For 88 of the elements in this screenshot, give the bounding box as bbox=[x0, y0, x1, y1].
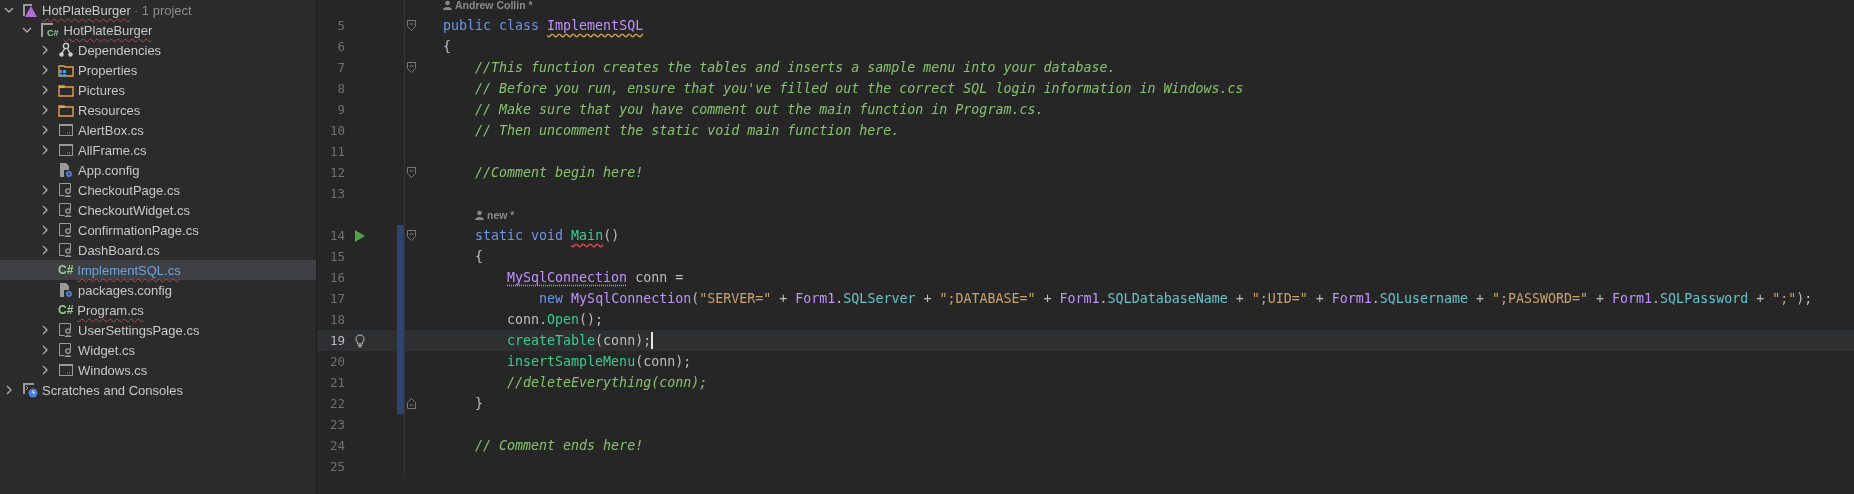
line-number: 8 bbox=[336, 80, 346, 98]
csharp-label: C# bbox=[58, 303, 74, 317]
window-icon bbox=[58, 122, 74, 138]
fold-icon bbox=[406, 20, 416, 31]
line-number: 6 bbox=[336, 38, 346, 56]
code-line: static void Main() bbox=[475, 228, 620, 243]
window-person-icon bbox=[58, 322, 74, 338]
code-line: conn.Open(); bbox=[507, 312, 604, 327]
run-icon bbox=[354, 229, 366, 243]
author-hint: new * bbox=[475, 208, 515, 221]
folder-icon bbox=[58, 102, 74, 118]
code-line: public class ImplementSQL bbox=[443, 18, 644, 33]
line-number: 11 bbox=[328, 143, 346, 161]
window-person-icon bbox=[58, 222, 74, 238]
line-number: 20 bbox=[317, 351, 404, 372]
document-gear-icon bbox=[58, 162, 74, 178]
tree-item[interactable]: DashBoard.cs bbox=[0, 240, 316, 260]
tree-item[interactable]: C# HotPlateBurger bbox=[0, 20, 316, 40]
tree-item[interactable]: Widget.cs bbox=[0, 340, 316, 360]
window-person-icon bbox=[58, 182, 74, 198]
tree-item[interactable]: HotPlateBurger · 1 project bbox=[0, 0, 316, 20]
window-person-icon bbox=[58, 202, 74, 218]
tree-item[interactable]: packages.config bbox=[0, 280, 316, 300]
line-number: 10 bbox=[328, 122, 346, 140]
line-number: 23 bbox=[328, 416, 346, 434]
tree-item[interactable]: AllFrame.cs bbox=[0, 140, 316, 160]
code-line: //deleteEverything(conn); bbox=[507, 375, 708, 390]
code-line: } bbox=[475, 396, 484, 411]
project-count: · 1 project bbox=[133, 2, 192, 18]
code-line: // Before you run, ensure that you've filled out the correct SQL login information in Windows.cs bbox=[475, 81, 1244, 96]
folder-icon bbox=[58, 62, 74, 78]
folder-icon bbox=[58, 82, 74, 98]
code-line: // Comment ends here! bbox=[475, 438, 644, 453]
tree-item[interactable]: C# ImplementSQL.cs bbox=[0, 260, 316, 280]
tree-item[interactable]: Properties bbox=[0, 60, 316, 80]
code-line: insertSampleMenu(conn); bbox=[507, 354, 692, 369]
code-line: { bbox=[443, 39, 451, 54]
window-icon bbox=[58, 142, 74, 158]
tree-item[interactable]: CheckoutPage.cs bbox=[0, 180, 316, 200]
tree-item[interactable]: ConfirmationPage.cs bbox=[0, 220, 316, 240]
code-line: createTable(conn); bbox=[507, 333, 652, 348]
csharp-label: C# bbox=[46, 28, 60, 38]
tree-item[interactable]: C# Program.cs bbox=[0, 300, 316, 320]
nodes-icon bbox=[58, 42, 74, 58]
line-number: 19 bbox=[317, 330, 404, 351]
person-icon bbox=[475, 209, 485, 220]
line-number: 5 bbox=[336, 17, 346, 35]
window-person-icon bbox=[58, 242, 74, 258]
code-line: // Make sure that you have comment out the main function in Program.cs. bbox=[475, 102, 1044, 117]
line-number: 22 bbox=[317, 393, 404, 414]
line-number: 24 bbox=[328, 437, 346, 455]
tree-item[interactable]: Dependencies bbox=[0, 40, 316, 60]
document-gear-icon bbox=[58, 282, 74, 298]
console-clock-icon bbox=[22, 382, 38, 398]
csharp-label: C# bbox=[58, 263, 74, 277]
line-number: 21 bbox=[317, 372, 404, 393]
code-line: //This function creates the tables and inserts a sample menu into your database. bbox=[475, 60, 1116, 75]
line-number: 15 bbox=[317, 246, 404, 267]
code-line: { bbox=[475, 249, 484, 264]
fold-icon bbox=[406, 398, 416, 409]
code-line: //Comment begin here! bbox=[475, 165, 644, 180]
code-line: // Then uncomment the static void main function here. bbox=[475, 123, 900, 138]
window-icon bbox=[58, 362, 74, 378]
tree-item[interactable]: Windows.cs bbox=[0, 360, 316, 380]
line-number: 17 bbox=[317, 288, 404, 309]
line-number: 7 bbox=[336, 59, 346, 77]
tree-item[interactable]: App.config bbox=[0, 160, 316, 180]
tree-item[interactable]: CheckoutWidget.cs bbox=[0, 200, 316, 220]
code-line: new MySqlConnection("SERVER=" + Form1.SQLServer + ";DATABASE=" + Form1.SQLDatabaseName + ";UID=" + Form1.SQLusername + ";PASSWORD=" + Form1.SQLPassword + ";"); bbox=[539, 291, 1813, 306]
tree-item[interactable]: AlertBox.cs bbox=[0, 120, 316, 140]
tree-item[interactable]: Pictures bbox=[0, 80, 316, 100]
fold-icon bbox=[406, 167, 416, 178]
fold-icon bbox=[406, 62, 416, 73]
code-line: MySqlConnection conn = bbox=[507, 270, 684, 285]
tree-item[interactable]: Scratches and Consoles bbox=[0, 380, 316, 400]
line-number: 16 bbox=[317, 267, 404, 288]
tree-item[interactable]: UserSettingsPage.cs bbox=[0, 320, 316, 340]
triangle-icon bbox=[22, 2, 38, 18]
author-hint: Andrew Collin * bbox=[443, 0, 533, 11]
window-person-icon bbox=[58, 342, 74, 358]
fold-icon bbox=[406, 230, 416, 241]
person-icon bbox=[443, 0, 452, 10]
tree-item[interactable]: Resources bbox=[0, 100, 316, 120]
line-number: 12 bbox=[328, 164, 346, 182]
line-number: 25 bbox=[328, 458, 346, 476]
lightbulb-icon bbox=[354, 334, 366, 348]
line-number: 13 bbox=[328, 185, 346, 203]
line-number: 9 bbox=[336, 101, 346, 119]
